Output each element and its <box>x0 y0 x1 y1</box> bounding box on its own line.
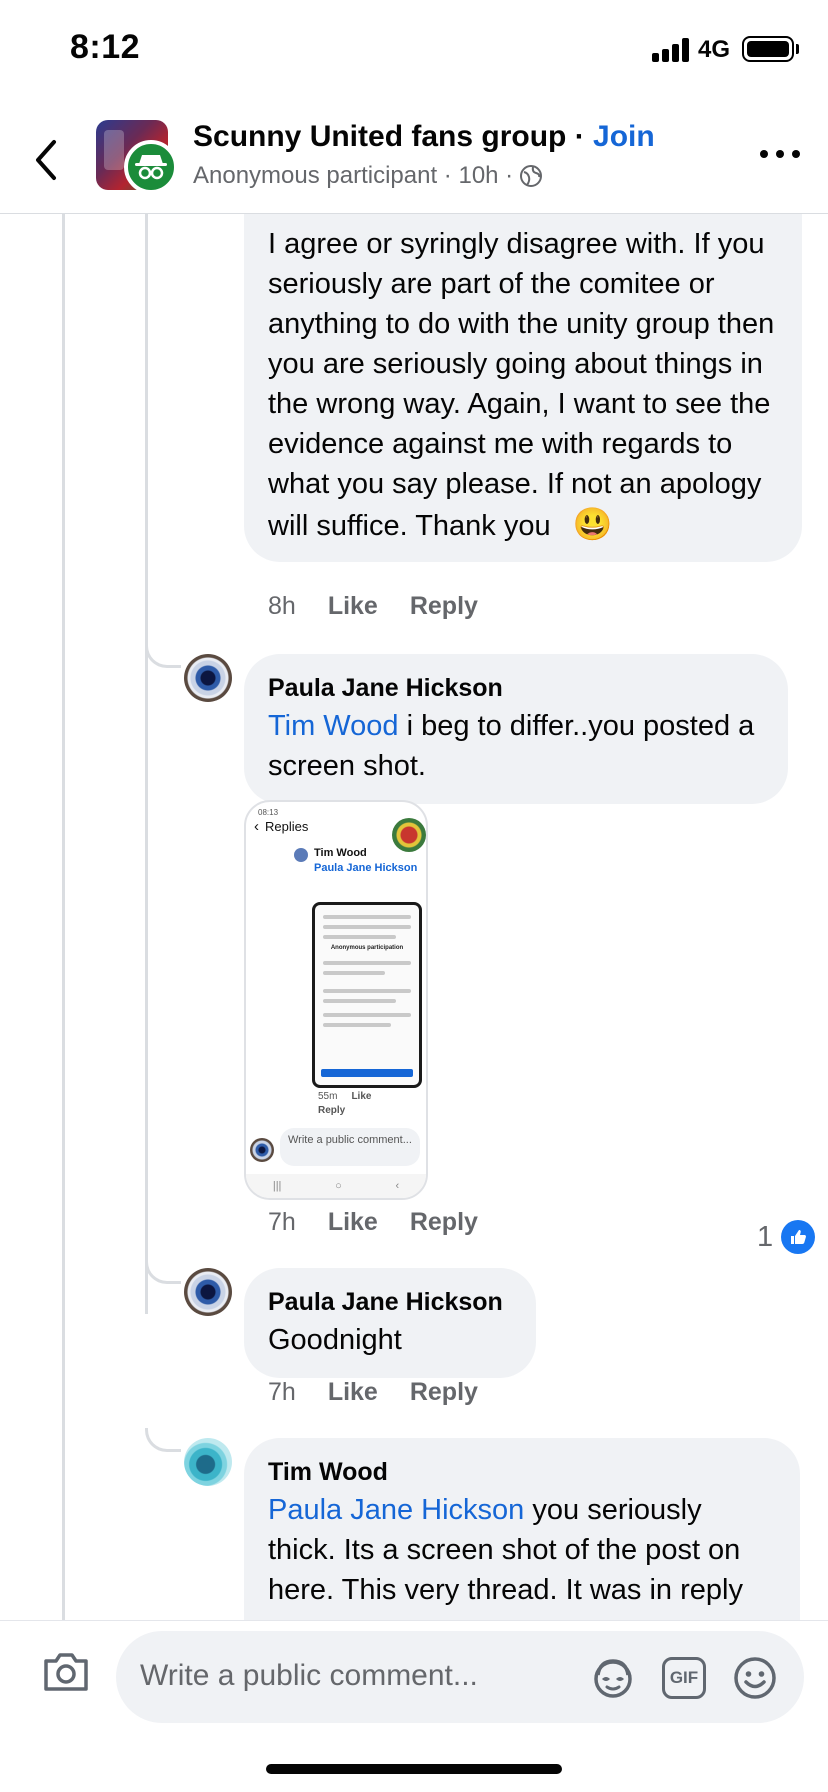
attachment-meta: 55m Like Reply <box>318 1090 371 1118</box>
reply-button[interactable]: Reply <box>410 592 478 621</box>
avatar[interactable] <box>184 654 232 702</box>
attachment-back-icon: ‹ <box>254 818 259 835</box>
comment-actions: 7h Like Reply <box>268 1208 478 1237</box>
thread-line <box>62 214 65 1620</box>
join-button[interactable]: Join <box>593 120 655 153</box>
reaction-summary[interactable]: 1 <box>757 1220 816 1254</box>
status-time: 8:12 <box>70 28 141 66</box>
back-icon[interactable] <box>30 138 64 182</box>
more-icon[interactable] <box>760 150 800 164</box>
anonymous-icon <box>124 140 178 194</box>
avatar[interactable] <box>184 1268 232 1316</box>
like-button[interactable]: Like <box>328 1208 378 1237</box>
network-label: 4G <box>698 36 731 63</box>
comment-author[interactable]: Paula Jane Hickson <box>268 672 764 704</box>
comment-author[interactable]: Paula Jane Hickson <box>268 1286 512 1318</box>
screenshot-attachment[interactable]: 08:13 ‹ Replies Tim Wood Paula Jane Hick… <box>244 800 428 1200</box>
comment-bubble[interactable]: Paula Jane Hickson Goodnight <box>244 1268 536 1378</box>
mention-link[interactable]: Tim Wood <box>268 710 399 742</box>
reply-connector <box>145 1260 181 1284</box>
reply-button[interactable]: Reply <box>410 1208 478 1237</box>
status-bar: 8:12 4G <box>0 0 828 100</box>
post-meta: Anonymous participant · 10h · <box>193 162 514 189</box>
attachment-input: Write a public comment... <box>280 1128 420 1166</box>
camera-icon[interactable] <box>42 1651 90 1693</box>
emoji-icon[interactable] <box>732 1655 778 1701</box>
attachment-inner-title: Anonymous participation <box>330 945 404 951</box>
attachment-mini-avatar <box>294 848 308 862</box>
comment-time: 7h <box>268 1378 296 1406</box>
comment-bubble[interactable]: I agree or syringly disagree with. If yo… <box>244 214 802 562</box>
comment-input[interactable]: Write a public comment... GIF <box>116 1631 804 1723</box>
like-button[interactable]: Like <box>328 1378 378 1407</box>
comment-author[interactable]: Tim Wood <box>268 1456 776 1488</box>
thread-line <box>145 214 148 1314</box>
attachment-like: Like <box>351 1091 372 1102</box>
attachment-mention: Paula Jane Hickson <box>314 862 418 874</box>
like-button[interactable]: Like <box>328 592 378 621</box>
battery-icon <box>742 36 794 62</box>
comment-time: 8h <box>268 592 296 620</box>
comment-bubble[interactable]: Tim Wood Paula Jane Hickson you seriousl… <box>244 1438 800 1620</box>
attachment-status-time: 08:13 <box>258 808 279 817</box>
comment-actions: 7h Like Reply <box>268 1378 478 1407</box>
globe-icon <box>520 165 543 187</box>
comment-text: Goodnight <box>268 1324 402 1356</box>
attachment-comment: Tim Wood Paula Jane Hickson <box>314 846 420 876</box>
attachment-reply: Reply <box>318 1105 346 1116</box>
battery-cap <box>796 44 799 54</box>
comment-actions: 8h Like Reply <box>268 592 478 621</box>
post-header: Scunny United fans group · Join Anonymou… <box>0 100 828 214</box>
reply-connector <box>145 1428 181 1452</box>
attachment-time: 55m <box>318 1091 338 1102</box>
comments-feed[interactable]: I agree or syringly disagree with. If yo… <box>0 214 828 1620</box>
signal-icon <box>652 38 692 62</box>
comment-text: I agree or syringly disagree with. If yo… <box>268 228 775 542</box>
reply-button[interactable]: Reply <box>410 1378 478 1407</box>
gif-icon[interactable]: GIF <box>662 1657 706 1699</box>
reply-connector <box>145 644 181 668</box>
attachment-nav-bar: ||| ○ ‹ <box>246 1174 426 1198</box>
attachment-header: ‹ Replies <box>254 818 308 835</box>
thumbs-up-icon <box>781 1220 816 1254</box>
attachment-header-label: Replies <box>265 819 309 834</box>
grinning-emoji: 😃 <box>572 506 613 542</box>
title-separator: · <box>566 120 594 153</box>
mention-link[interactable]: Paula Jane Hickson <box>268 1494 524 1526</box>
reaction-count: 1 <box>757 1220 774 1253</box>
home-indicator[interactable] <box>266 1764 562 1774</box>
attachment-inner-screenshot: Anonymous participation <box>312 902 422 1088</box>
group-name[interactable]: Scunny United fans group <box>193 120 566 153</box>
avatar[interactable] <box>184 1438 232 1486</box>
attachment-author: Tim Wood <box>314 847 367 859</box>
post-subtitle: Anonymous participant · 10h · <box>193 162 543 190</box>
comment-time: 7h <box>268 1208 296 1236</box>
avatar-sticker-icon[interactable] <box>590 1655 636 1701</box>
comment-placeholder: Write a public comment... <box>140 1659 478 1692</box>
group-title[interactable]: Scunny United fans group · Join <box>193 120 655 154</box>
attachment-input-avatar <box>250 1138 274 1162</box>
comment-bubble[interactable]: Paula Jane Hickson Tim Wood i beg to dif… <box>244 654 788 804</box>
